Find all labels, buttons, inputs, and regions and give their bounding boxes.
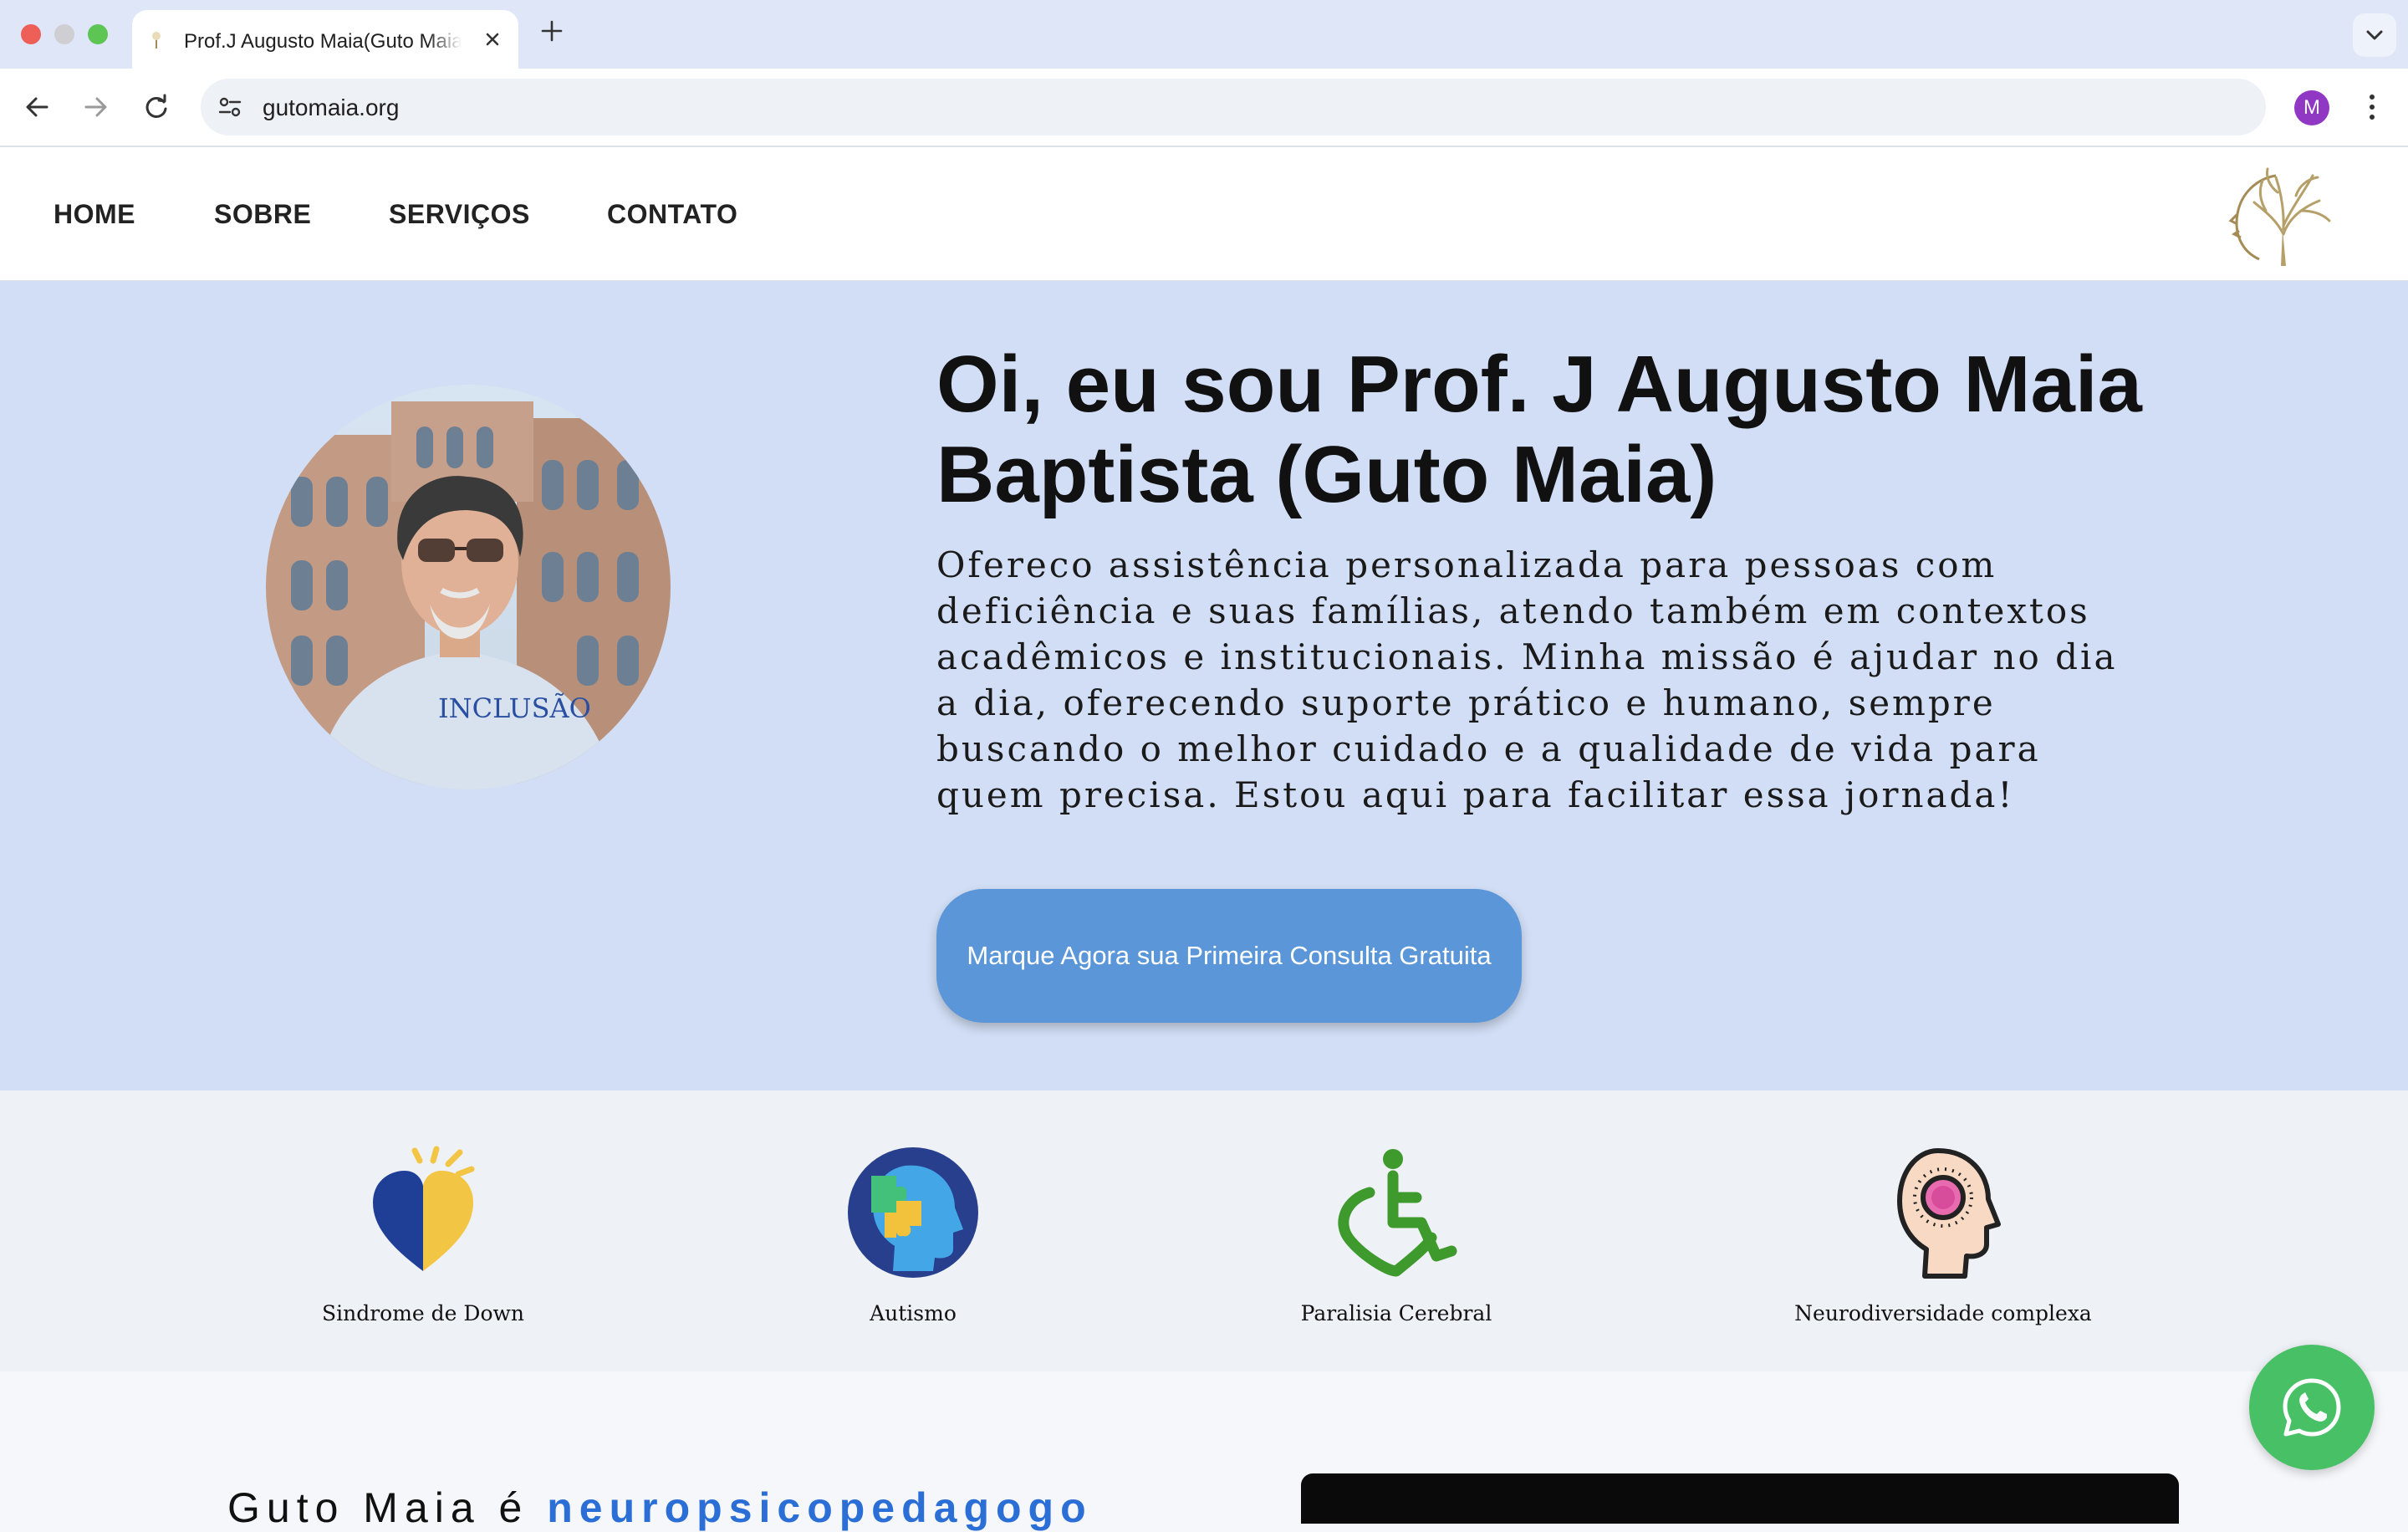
tab-search-button[interactable] [2353,13,2396,57]
tree-head-logo[interactable] [2226,159,2336,269]
puzzle-head-icon [848,1147,978,1278]
about-highlight-text: neuropsicopedagogo [547,1484,1093,1531]
back-arrow-icon[interactable] [18,89,55,125]
condition-label: Paralisia Cerebral [1300,1301,1492,1325]
nav-home-link[interactable]: HOME [54,199,135,230]
heart-icon [373,1146,475,1271]
address-bar[interactable]: gutomaia.org [201,79,2266,135]
svg-text:INCLUSÃO: INCLUSÃO [438,692,591,724]
chevron-down-icon [2366,30,2383,40]
about-section: Guto Maia é neuropsicopedagogo [0,1371,2408,1531]
about-lead-text: Guto Maia é [227,1484,548,1531]
condition-card-autism[interactable]: Autismo [737,1146,1089,1338]
whatsapp-icon [2283,1378,2341,1437]
profile-avatar[interactable]: M [2294,90,2329,125]
condition-card-neurodiversity[interactable]: Neurodiversidade complexa [1768,1146,2119,1338]
condition-card-cerebral-palsy[interactable]: Paralisia Cerebral [1221,1146,1572,1338]
site-header: HOME SOBRE SERVIÇOS CONTATO [0,147,2408,281]
condition-label: Neurodiversidade complexa [1794,1301,2092,1325]
tree-favicon-icon [152,32,161,49]
profile-photo: INCLUSÃO [266,385,671,789]
about-heading: Guto Maia é neuropsicopedagogo [227,1483,1093,1532]
condition-label: Sindrome de Down [321,1301,525,1325]
brain-head-icon [1897,1148,2001,1279]
hero-section: INCLUSÃO Oi, eu sou Prof. J Augusto Maia… [0,281,2408,1090]
hero-description: Ofereco assistência personalizada para p… [936,544,2118,815]
conditions-section: Sindrome de Down Autismo Paralisia Cereb… [0,1090,2408,1371]
url-text: gutomaia.org [263,94,400,120]
tab-title: Prof.J Augusto Maia(Guto Maia) [184,30,462,54]
minimize-window-button[interactable] [54,24,74,44]
new-tab-icon[interactable] [539,18,564,43]
video-player[interactable] [1301,1473,2179,1524]
browser-toolbar: gutomaia.org M [0,69,2408,147]
more-options-icon[interactable] [2360,89,2385,125]
site-info-icon[interactable] [216,93,244,121]
free-consultation-button[interactable]: Marque Agora sua Primeira Consulta Gratu… [936,889,1522,1023]
nav-contato-link[interactable]: CONTATO [607,199,737,230]
condition-card-down-syndrome[interactable]: Sindrome de Down [247,1146,599,1338]
nav-servicos-link[interactable]: SERVIÇOS [389,199,530,230]
browser-chrome: Prof.J Augusto Maia(Guto Maia) gutomaia.… [0,0,2408,147]
reload-icon[interactable] [138,89,175,125]
maximize-window-button[interactable] [88,24,108,44]
browser-tab[interactable]: Prof.J Augusto Maia(Guto Maia) [132,10,518,69]
whatsapp-chat-button[interactable] [2249,1345,2375,1470]
hero-title: Oi, eu sou Prof. J Augusto Maia Baptista… [936,340,2142,519]
wheelchair-icon [1338,1149,1457,1277]
close-tab-icon[interactable] [482,28,503,50]
forward-arrow-icon[interactable] [78,89,115,125]
close-window-button[interactable] [21,24,41,44]
condition-label: Autismo [870,1301,957,1325]
nav-sobre-link[interactable]: SOBRE [214,199,311,230]
